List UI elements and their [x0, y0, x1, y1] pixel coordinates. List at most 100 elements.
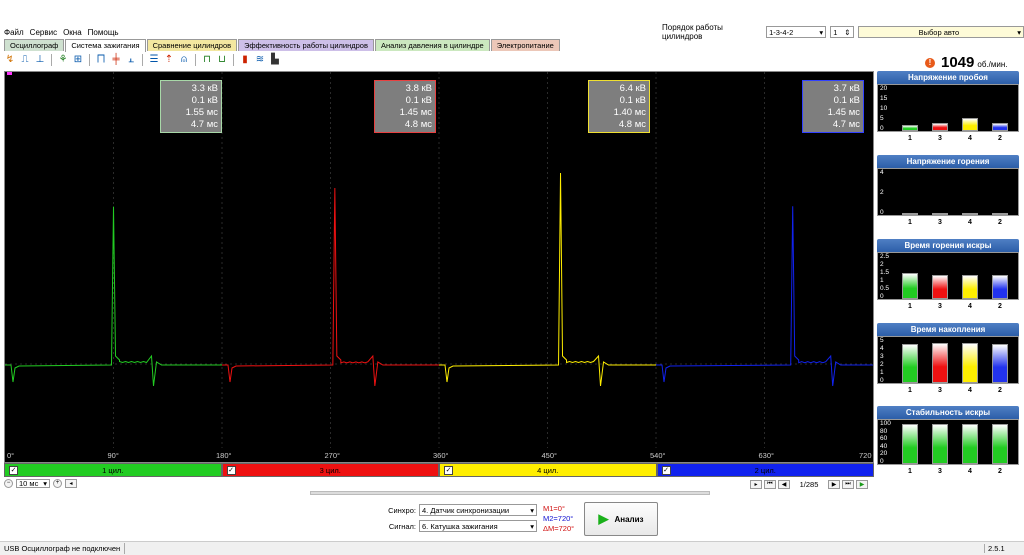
bell-icon[interactable]: ⍝ [178, 54, 190, 66]
play-icon: ▶ [598, 511, 609, 526]
lines-icon[interactable]: ☰ [148, 54, 160, 66]
wave-icon[interactable]: ⫠ [125, 54, 137, 66]
stat-bar [902, 272, 918, 299]
menu-item-1[interactable]: Сервис [30, 28, 57, 37]
cylinder-channel-1[interactable]: ✓ 1 цил. [4, 463, 222, 477]
stat-bar-chart: 4 2 0 1 3 4 2 [877, 168, 1019, 226]
angle-tick-label: 180° [216, 451, 232, 460]
checkbox-icon[interactable]: ✓ [226, 466, 236, 475]
zoom-out-icon[interactable]: − [4, 478, 13, 488]
info-line: 0.1 кВ [619, 95, 646, 106]
cylinder-spin[interactable]: 1 ⇕ [830, 26, 854, 38]
overlay-icon[interactable]: ⊓ [201, 54, 213, 66]
y-tick-label: 1 [880, 277, 884, 284]
cylinder-channel-4[interactable]: ✓ 2 цил. [656, 463, 874, 477]
y-tick-label: 1 [880, 369, 884, 376]
signal-select[interactable]: 6. Катушка зажигания ▾ [419, 520, 537, 532]
stat-bar [932, 213, 948, 215]
compare-icon[interactable]: ⊔ [216, 54, 228, 66]
stat-bar [932, 274, 948, 299]
marker-icon[interactable]: ⇡ [163, 54, 175, 66]
marker-m1-handle[interactable] [7, 72, 12, 75]
edge-falling-icon[interactable]: ⊥ [34, 54, 46, 66]
tab-4[interactable]: Анализ давления в цилиндре [374, 39, 490, 51]
status-text: USB Осциллограф не подключен [4, 544, 121, 553]
timebase-select[interactable]: 10 мс ▾ [16, 478, 50, 488]
cylinder-order-select[interactable]: 1-3-4-2 ▾ [766, 26, 827, 38]
stat-panel-title: Напряжение горения [877, 155, 1019, 168]
layers-icon[interactable]: ≋ [254, 54, 266, 66]
cursor-tool-icon[interactable]: ↯ [4, 54, 16, 66]
play-icon[interactable]: ▶ [856, 479, 868, 489]
menu-item-0[interactable]: Файл [4, 28, 24, 37]
x-tick-label: 1 [908, 135, 912, 142]
cylinder-channel-3[interactable]: ✓ 4 цил. [439, 463, 657, 477]
checkbox-icon[interactable]: ✓ [9, 466, 18, 475]
rpm-display: ! 1049 об./мин. [925, 54, 1007, 71]
x-tick-label: 4 [968, 135, 972, 142]
timebase-controls: − 10 мс ▾ + ◂ [4, 478, 77, 488]
grid-icon[interactable]: ⊞ [72, 54, 84, 66]
y-tick-label: 20 [880, 85, 888, 92]
stat-bar [992, 213, 1008, 215]
tab-5[interactable]: Электропитание [490, 39, 560, 51]
edge-rising-icon[interactable]: ⎍ [19, 54, 31, 66]
tab-0[interactable]: Осциллограф [4, 39, 65, 51]
menu-item-2[interactable]: Окна [63, 28, 82, 37]
angle-tick-label: 0° [7, 451, 14, 460]
y-tick-label: 100 [880, 420, 891, 427]
stat-bar [902, 125, 918, 131]
scroll-left-icon[interactable]: ◂ [65, 478, 77, 488]
y-tick-label: 2 [880, 261, 884, 268]
prev-frame-icon[interactable]: ◀ [778, 479, 790, 489]
cylinder-label: 1 цил. [102, 466, 124, 475]
oscilloscope-view[interactable]: 0° 90° 180° 270° 360° 450° 540° 630° 720 3.3 кВ 0… [4, 71, 874, 463]
next-frame-icon[interactable]: ▶ [828, 479, 840, 489]
x-tick-label: 2 [998, 303, 1002, 310]
x-tick-label: 4 [968, 219, 972, 226]
tab-2[interactable]: Сравнение цилиндров [146, 39, 238, 51]
analyze-label: Анализ [614, 514, 644, 524]
sync-label: Синхро: [388, 505, 416, 515]
status-divider [124, 543, 125, 554]
frame-navigation: ▸ ⏮ ◀ 1/285 ▶ ⏭ ▶ [750, 479, 868, 489]
zoom-in-icon[interactable]: + [53, 478, 62, 488]
y-tick-label: 10 [880, 105, 888, 112]
last-frame-icon[interactable]: ⏭ [842, 479, 854, 489]
cylinder-info-box: 3.8 кВ 0.1 кВ 1.45 мс 4.8 мс [374, 80, 436, 133]
mode-select[interactable]: Выбор авто ▾ [857, 26, 1024, 38]
info-line: 4.7 мс [832, 119, 860, 130]
scroll-right-icon[interactable]: ▸ [750, 479, 762, 489]
y-tick-label: 3 [880, 353, 884, 360]
checkbox-icon[interactable]: ✓ [661, 466, 671, 475]
tab-3[interactable]: Эффективность работы цилиндров [238, 39, 374, 51]
y-tick-label: 40 [880, 442, 888, 450]
tree-icon[interactable]: ⚘ [57, 54, 69, 66]
cylinder-channel-2[interactable]: ✓ 3 цил. [221, 463, 439, 477]
info-line: 4.8 мс [404, 119, 432, 130]
signal-value: 6. Катушка зажигания [422, 521, 498, 531]
marker-readout: M1=0° M2=720° ΔM=720° [543, 504, 574, 534]
checkbox-icon[interactable]: ✓ [444, 466, 453, 475]
cross-icon[interactable]: ╪ [110, 54, 122, 66]
cylinder-label: 4 цил. [537, 466, 559, 475]
bar-chart-icon[interactable]: ▮ [239, 54, 251, 66]
y-tick-label: 20 [880, 450, 888, 458]
panel-splitter[interactable] [310, 491, 710, 495]
histogram-icon[interactable]: ▙ [269, 54, 281, 66]
angle-tick-label: 540° [650, 451, 666, 460]
menu-item-3[interactable]: Помощь [88, 28, 119, 37]
y-tick-label: 2.5 [880, 253, 890, 260]
stat-bar [962, 342, 978, 383]
cylinder-order-value: 1-3-4-2 [769, 27, 794, 37]
pulse-icon[interactable]: ⨅ [95, 54, 107, 66]
tab-1[interactable]: Система зажигания [65, 39, 146, 52]
waveform-plot: 0° 90° 180° 270° 360° 450° 540° 630° 720 [5, 72, 873, 460]
stat-bar [992, 424, 1008, 464]
analyze-button[interactable]: ▶ Анализ [584, 502, 658, 536]
frame-counter: 1/285 [799, 479, 819, 489]
stat-bar [962, 275, 978, 299]
first-frame-icon[interactable]: ⏮ [764, 479, 776, 489]
sync-select[interactable]: 4. Датчик синхронизации ▾ [419, 504, 537, 516]
menu-bar: Файл Сервис Окна Помощь [4, 26, 119, 38]
